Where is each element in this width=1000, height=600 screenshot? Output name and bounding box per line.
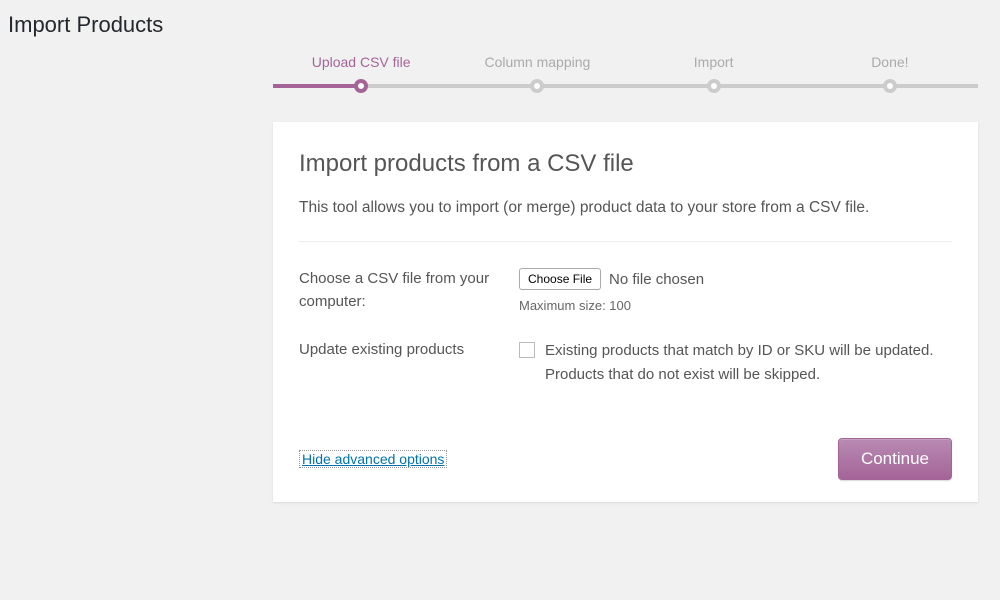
step-label: Column mapping [449,54,625,80]
max-size-hint: Maximum size: 100 [519,298,952,313]
import-wizard: Upload CSV file Column mapping Import Do… [273,54,978,502]
step-dot-icon [354,79,368,93]
card-description: This tool allows you to import (or merge… [299,196,952,242]
card-footer: Hide advanced options Continue [299,438,952,480]
step-dot-icon [883,79,897,93]
step-mapping[interactable]: Column mapping [449,54,625,94]
step-done[interactable]: Done! [802,54,978,94]
toggle-advanced-link[interactable]: Hide advanced options [299,450,447,468]
file-chooser-label: Choose a CSV file from your computer: [299,268,519,313]
update-existing-checkbox[interactable] [519,342,535,358]
step-label: Upload CSV file [273,54,449,80]
wizard-steps: Upload CSV file Column mapping Import Do… [273,54,978,94]
step-dot-icon [707,79,721,93]
step-import[interactable]: Import [626,54,802,94]
update-existing-description: Existing products that match by ID or SK… [545,339,952,386]
page-title: Import Products [0,0,1000,54]
choose-file-button[interactable]: Choose File [519,268,601,290]
import-card: Import products from a CSV file This too… [273,122,978,502]
step-upload[interactable]: Upload CSV file [273,54,449,94]
card-title: Import products from a CSV file [299,150,952,178]
update-existing-label: Update existing products [299,339,519,362]
step-dot-icon [530,79,544,93]
file-chosen-status: No file chosen [609,271,704,288]
step-label: Import [626,54,802,80]
update-existing-row: Update existing products Existing produc… [299,313,952,386]
file-chooser-row: Choose a CSV file from your computer: Ch… [299,242,952,313]
step-label: Done! [802,54,978,80]
continue-button[interactable]: Continue [838,438,952,480]
